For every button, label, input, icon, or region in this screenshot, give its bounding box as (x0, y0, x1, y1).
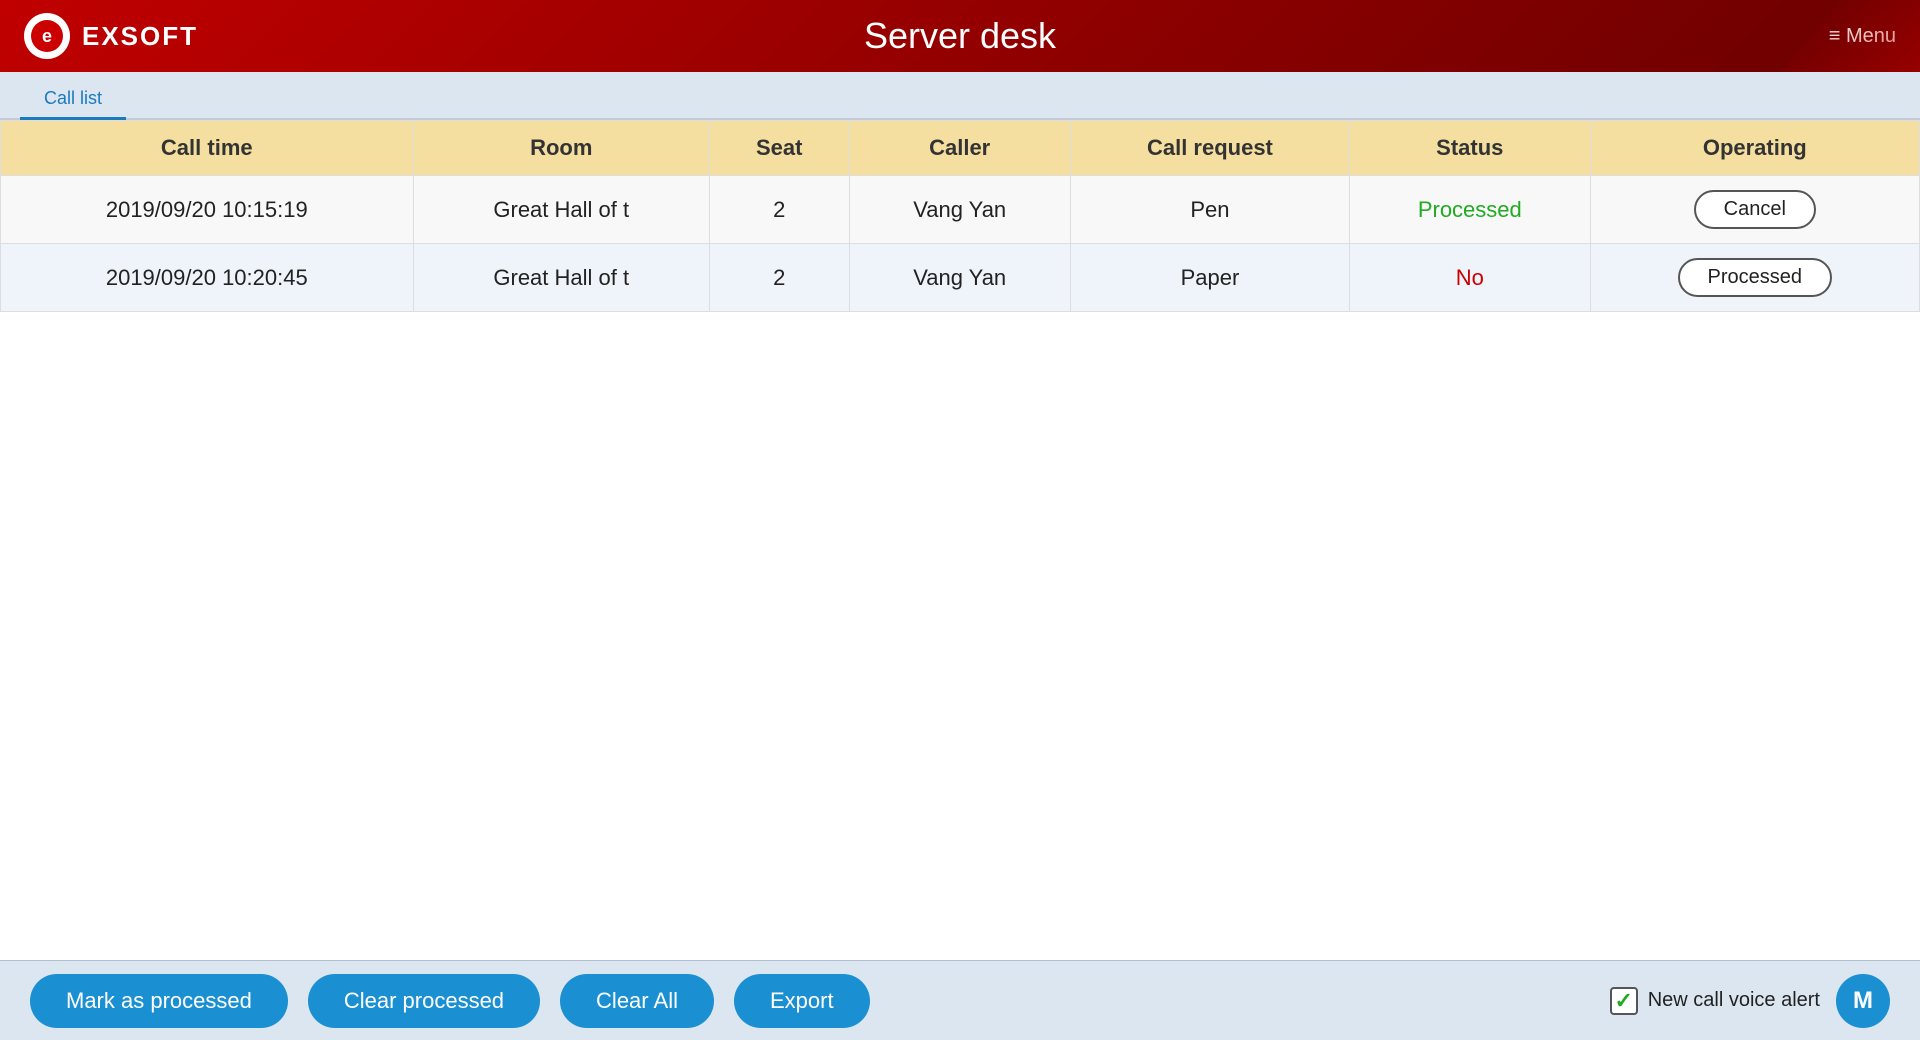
menu-button[interactable]: ≡ Menu (1829, 25, 1896, 48)
page-title: Server desk (864, 15, 1056, 57)
col-call-request: Call request (1070, 121, 1349, 176)
bottom-right-area: ✓ New call voice alert M (1610, 974, 1890, 1028)
clear-processed-button[interactable]: Clear processed (308, 974, 540, 1028)
app-header: e EXSOFT Server desk ≡ Menu (0, 0, 1920, 72)
cell-call-time: 2019/09/20 10:15:19 (1, 176, 414, 244)
cell-operation: Processed (1590, 244, 1919, 312)
status-badge: No (1456, 265, 1484, 290)
cell-operation: Cancel (1590, 176, 1919, 244)
cell-call-request: Paper (1070, 244, 1349, 312)
cell-room: Great Hall of t (413, 176, 709, 244)
table-header-row: Call time Room Seat Caller Call request … (1, 121, 1920, 176)
col-operating: Operating (1590, 121, 1919, 176)
cell-status: No (1350, 244, 1591, 312)
cell-call-time: 2019/09/20 10:20:45 (1, 244, 414, 312)
cell-caller: Vang Yan (849, 244, 1070, 312)
tab-call-list[interactable]: Call list (20, 80, 126, 120)
col-status: Status (1350, 121, 1591, 176)
brand-name: EXSOFT (82, 21, 198, 52)
col-room: Room (413, 121, 709, 176)
table-row: 2019/09/20 10:15:19Great Hall of t2Vang … (1, 176, 1920, 244)
logo-circle: e (24, 13, 70, 59)
col-call-time: Call time (1, 121, 414, 176)
status-badge: Processed (1418, 197, 1522, 222)
mark-as-processed-button[interactable]: Mark as processed (30, 974, 288, 1028)
call-list-table: Call time Room Seat Caller Call request … (0, 120, 1920, 312)
main-content: Call time Room Seat Caller Call request … (0, 120, 1920, 960)
menu-label: ≡ Menu (1829, 25, 1896, 48)
voice-alert-area: ✓ New call voice alert (1610, 987, 1820, 1015)
cell-caller: Vang Yan (849, 176, 1070, 244)
export-button[interactable]: Export (734, 974, 870, 1028)
avatar-letter: M (1853, 987, 1873, 1015)
cell-call-request: Pen (1070, 176, 1349, 244)
cell-seat: 2 (709, 176, 849, 244)
voice-alert-checkbox[interactable]: ✓ (1610, 987, 1638, 1015)
cell-room: Great Hall of t (413, 244, 709, 312)
checkmark-icon: ✓ (1614, 988, 1632, 1014)
table-row: 2019/09/20 10:20:45Great Hall of t2Vang … (1, 244, 1920, 312)
user-avatar-button[interactable]: M (1836, 974, 1890, 1028)
logo-letter: e (42, 26, 52, 47)
tab-bar: Call list (0, 72, 1920, 120)
processed-operation-button[interactable]: Processed (1678, 258, 1833, 297)
voice-alert-label: New call voice alert (1648, 989, 1820, 1012)
col-seat: Seat (709, 121, 849, 176)
cancel-operation-button[interactable]: Cancel (1694, 190, 1816, 229)
cell-status: Processed (1350, 176, 1591, 244)
bottom-bar: Mark as processed Clear processed Clear … (0, 960, 1920, 1040)
col-caller: Caller (849, 121, 1070, 176)
cell-seat: 2 (709, 244, 849, 312)
logo-inner: e (31, 20, 63, 52)
clear-all-button[interactable]: Clear All (560, 974, 714, 1028)
logo-area: e EXSOFT (24, 13, 198, 59)
